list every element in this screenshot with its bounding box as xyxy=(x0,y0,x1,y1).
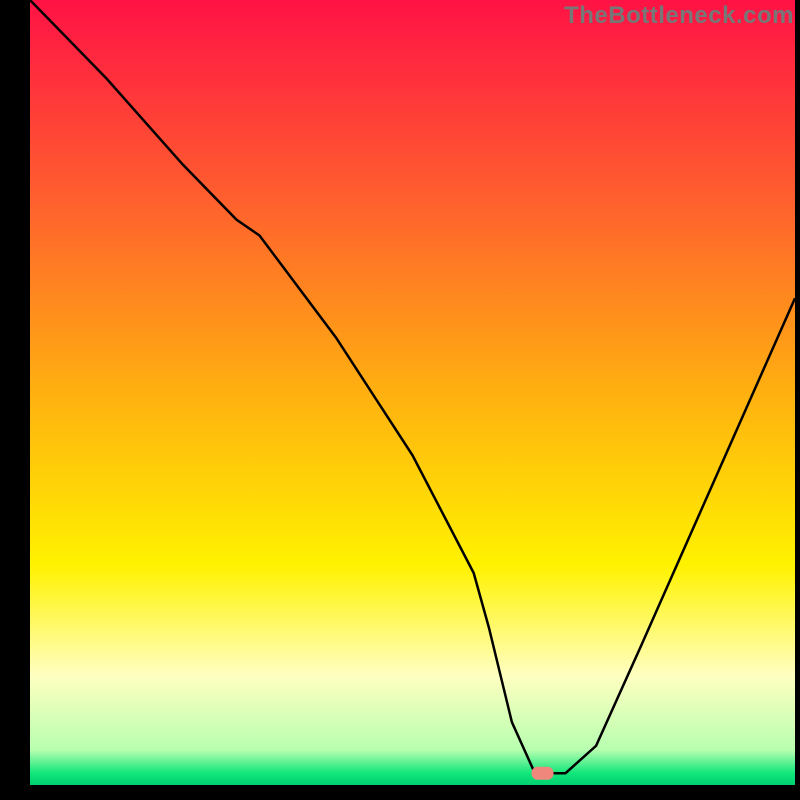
watermark-text: TheBottleneck.com xyxy=(564,2,794,30)
chart-svg xyxy=(0,0,800,800)
optimal-marker xyxy=(532,767,554,780)
chart-container: { "watermark": "TheBottleneck.com", "cha… xyxy=(0,0,800,800)
plot-gradient xyxy=(30,0,795,785)
